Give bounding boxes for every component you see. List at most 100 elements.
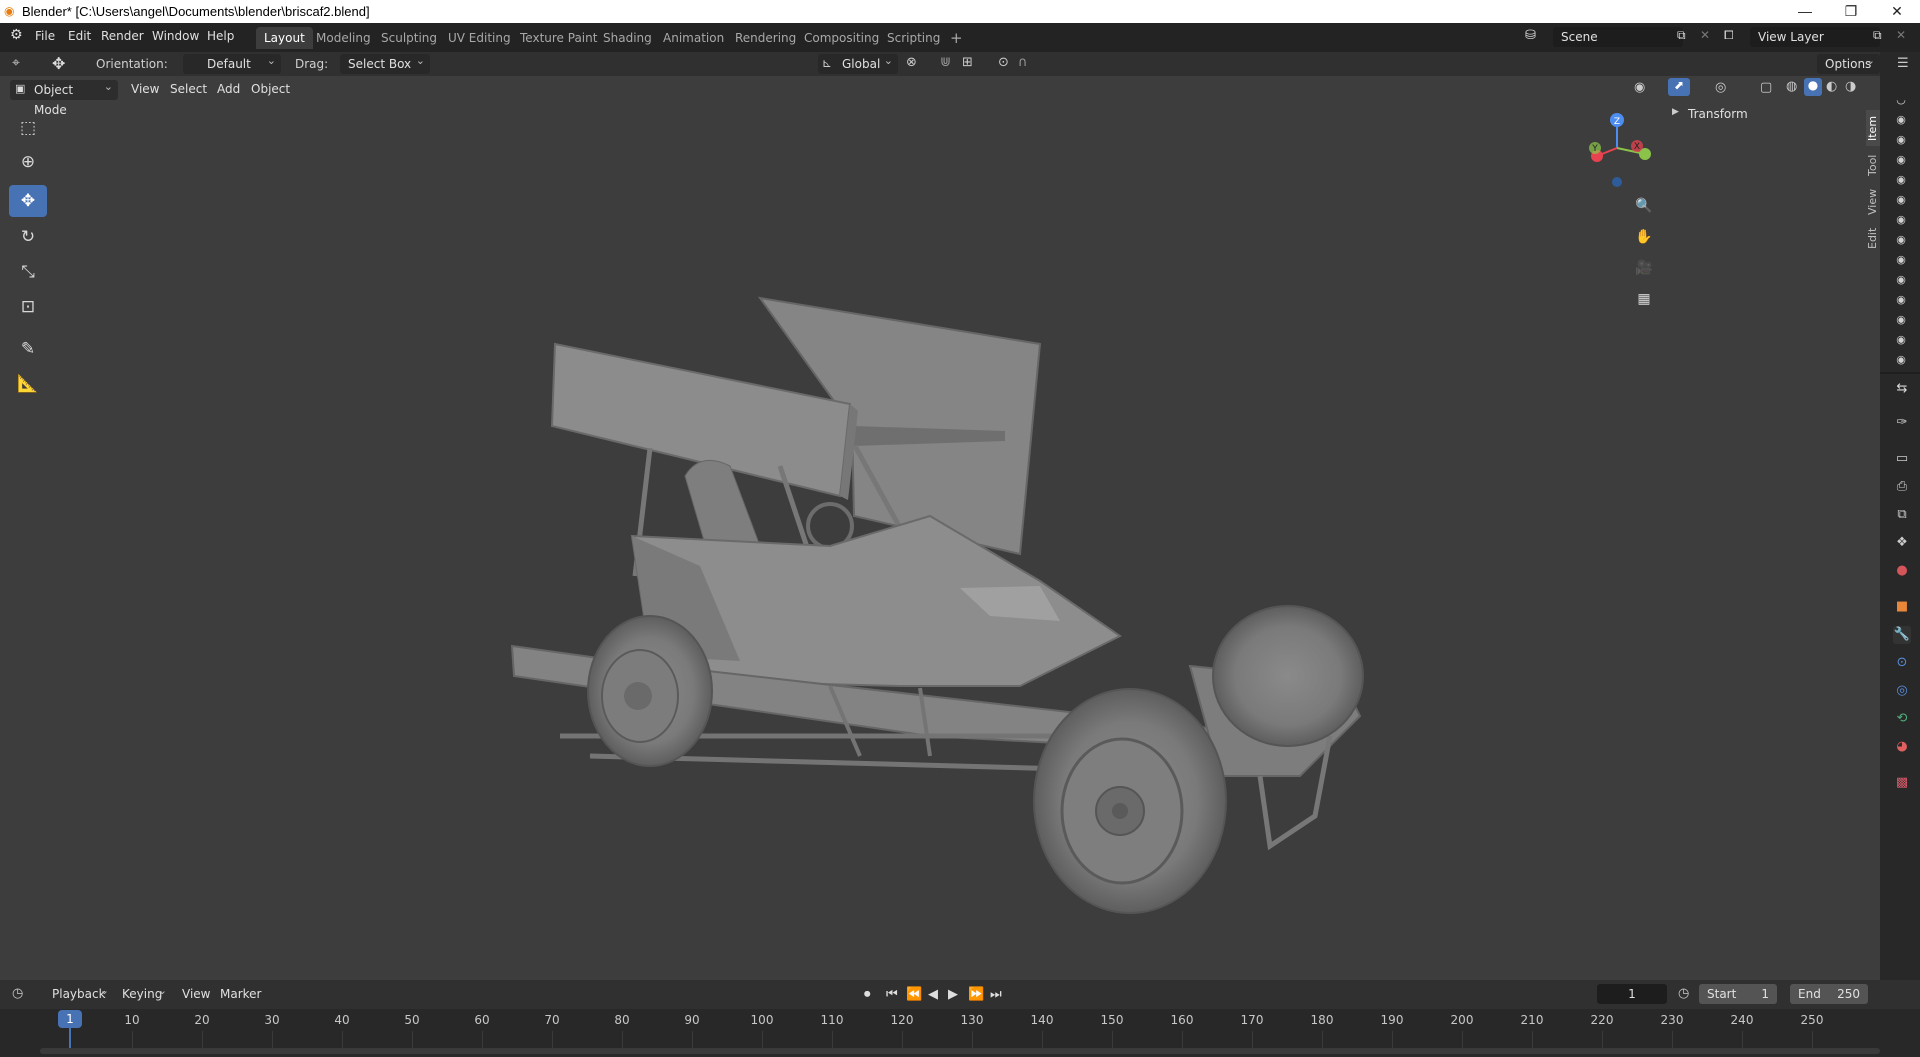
view-layer-properties-icon[interactable]: ⧉: [1893, 506, 1911, 524]
object-properties-icon[interactable]: ■: [1893, 598, 1911, 616]
snap-icon[interactable]: ⋓: [940, 55, 951, 70]
tab-animation[interactable]: Animation: [655, 27, 732, 49]
next-keyframe-button[interactable]: ⏩: [968, 987, 984, 1002]
menu-help[interactable]: Help: [207, 29, 234, 43]
visibility-eye-icon[interactable]: ◉: [1893, 173, 1909, 186]
3d-viewport[interactable]: [0, 76, 1866, 980]
visibility-eye-icon[interactable]: ◉: [1893, 293, 1909, 306]
constraint-properties-icon[interactable]: ⟲: [1893, 710, 1911, 728]
visibility-eye-icon[interactable]: ◉: [1893, 253, 1909, 266]
pivot-point-icon[interactable]: ⊗: [906, 55, 917, 70]
sidebar-tab-edit[interactable]: Edit: [1866, 224, 1880, 252]
view-layer-field[interactable]: View Layer: [1750, 27, 1880, 47]
close-window-button[interactable]: ✕: [1874, 0, 1920, 23]
visibility-eye-icon[interactable]: ◉: [1893, 113, 1909, 126]
camera-view-icon[interactable]: 🎥: [1630, 254, 1658, 282]
prev-keyframe-button[interactable]: ⏪: [906, 987, 922, 1002]
solid-shading-icon[interactable]: ●: [1804, 78, 1822, 96]
menu-window[interactable]: Window: [152, 29, 199, 43]
mode-dropdown[interactable]: Object Mode: [10, 77, 118, 117]
rendered-shading-icon[interactable]: ◑: [1845, 79, 1856, 94]
tab-rendering[interactable]: Rendering: [727, 27, 804, 49]
gizmo-toggle-icon[interactable]: ⬈: [1668, 78, 1690, 96]
render-properties-icon[interactable]: ▭: [1893, 450, 1911, 468]
visibility-eye-icon[interactable]: ◉: [1893, 153, 1909, 166]
jump-end-button[interactable]: ⏭: [990, 987, 1002, 1002]
minimize-button[interactable]: —: [1782, 0, 1828, 23]
viewport-menu-select[interactable]: Select: [170, 82, 207, 96]
modifier-properties-icon[interactable]: 🔧: [1893, 626, 1911, 644]
perspective-toggle-icon[interactable]: ▦: [1630, 285, 1658, 313]
tab-uv-editing[interactable]: UV Editing: [440, 27, 519, 49]
material-properties-icon[interactable]: ◕: [1893, 738, 1911, 756]
keying-menu[interactable]: Keying: [114, 981, 172, 1004]
editor-type-icon[interactable]: ⌖: [12, 55, 20, 71]
falloff-icon[interactable]: ∩: [1018, 55, 1028, 70]
new-scene-icon[interactable]: ⧉: [1677, 28, 1686, 43]
tab-compositing[interactable]: Compositing: [796, 27, 887, 49]
world-properties-icon[interactable]: ●: [1893, 562, 1911, 580]
properties-editor-icon[interactable]: ⇆: [1893, 380, 1911, 398]
overlay-icon[interactable]: ◎: [1715, 80, 1726, 95]
menu-file[interactable]: File: [35, 29, 55, 43]
zoom-icon[interactable]: 🔍: [1630, 192, 1658, 220]
xray-icon[interactable]: ▢: [1760, 80, 1772, 95]
visibility-eye-icon[interactable]: ◉: [1893, 273, 1909, 286]
proportional-editing-icon[interactable]: ⊙: [998, 55, 1009, 70]
annotate-tool-icon[interactable]: ✎: [9, 333, 47, 365]
transform-panel-header[interactable]: ▶ Transform: [1668, 104, 1864, 124]
visibility-icon[interactable]: ◉: [1634, 80, 1645, 95]
scene-selector-icon[interactable]: ⛁: [1525, 28, 1536, 43]
texture-properties-icon[interactable]: ▩: [1893, 774, 1911, 792]
scene-properties-icon[interactable]: ❖: [1893, 534, 1911, 552]
start-frame-field[interactable]: Start 1: [1699, 984, 1777, 1004]
visibility-eye-icon[interactable]: ◉: [1893, 193, 1909, 206]
restore-button[interactable]: ❐: [1828, 0, 1874, 23]
tool-properties-icon[interactable]: ✑: [1893, 414, 1911, 432]
visibility-eye-icon[interactable]: ◉: [1893, 353, 1909, 366]
move-tool-icon[interactable]: ✥: [52, 54, 65, 73]
visibility-eye-icon[interactable]: ◉: [1893, 333, 1909, 346]
visibility-eye-icon[interactable]: ◉: [1893, 313, 1909, 326]
material-shading-icon[interactable]: ◐: [1826, 79, 1837, 94]
outliner-editor-icon[interactable]: ☰: [1897, 56, 1909, 71]
blender-menu-icon[interactable]: ⚙: [10, 27, 23, 43]
sidebar-tab-item[interactable]: Item: [1866, 110, 1880, 146]
jump-start-button[interactable]: ⏮: [886, 987, 898, 1002]
view-layer-icon[interactable]: ⧠: [1724, 28, 1734, 43]
remove-scene-icon[interactable]: ✕: [1700, 28, 1710, 42]
output-properties-icon[interactable]: ⎙: [1893, 478, 1911, 496]
tab-texture-paint[interactable]: Texture Paint: [512, 27, 605, 49]
visibility-eye-icon[interactable]: ◉: [1893, 233, 1909, 246]
visibility-eye-icon[interactable]: ◉: [1893, 213, 1909, 226]
scene-name-field[interactable]: Scene: [1553, 27, 1683, 47]
record-button[interactable]: ⏺: [864, 987, 871, 1002]
tab-shading[interactable]: Shading: [595, 27, 660, 49]
new-view-layer-icon[interactable]: ⧉: [1873, 28, 1882, 43]
menu-edit[interactable]: Edit: [68, 29, 91, 43]
pan-hand-icon[interactable]: ✋: [1630, 223, 1658, 251]
move-tool-button[interactable]: ✥: [9, 185, 47, 217]
timeline-view-menu[interactable]: View: [182, 987, 210, 1001]
visibility-eye-icon[interactable]: ◉: [1893, 133, 1909, 146]
race-car-model[interactable]: [500, 216, 1420, 916]
particles-properties-icon[interactable]: ⊙: [1893, 654, 1911, 672]
physics-properties-icon[interactable]: ◎: [1893, 682, 1911, 700]
end-frame-field[interactable]: End 250: [1790, 984, 1868, 1004]
playhead-frame-indicator[interactable]: 1: [58, 1010, 82, 1028]
current-frame-field[interactable]: 1: [1597, 984, 1667, 1004]
preview-range-icon[interactable]: ◷: [1678, 986, 1689, 1001]
playback-menu[interactable]: Playback: [44, 981, 114, 1004]
add-workspace-button[interactable]: +: [942, 27, 971, 49]
tab-layout[interactable]: Layout: [256, 27, 313, 49]
cursor-tool-icon[interactable]: ⊕: [9, 146, 47, 178]
viewport-menu-view[interactable]: View: [131, 82, 159, 96]
sidebar-tab-tool[interactable]: Tool: [1866, 150, 1880, 180]
menu-render[interactable]: Render: [101, 29, 144, 43]
timeline-editor-icon[interactable]: ◷: [12, 986, 23, 1001]
snap-increment-icon[interactable]: ⊞: [962, 55, 973, 70]
visibility-eye-icon[interactable]: ◡: [1893, 93, 1909, 106]
remove-view-layer-icon[interactable]: ✕: [1896, 28, 1906, 42]
viewport-menu-add[interactable]: Add: [217, 82, 240, 96]
transform-tool-icon[interactable]: ⊡: [9, 291, 47, 323]
